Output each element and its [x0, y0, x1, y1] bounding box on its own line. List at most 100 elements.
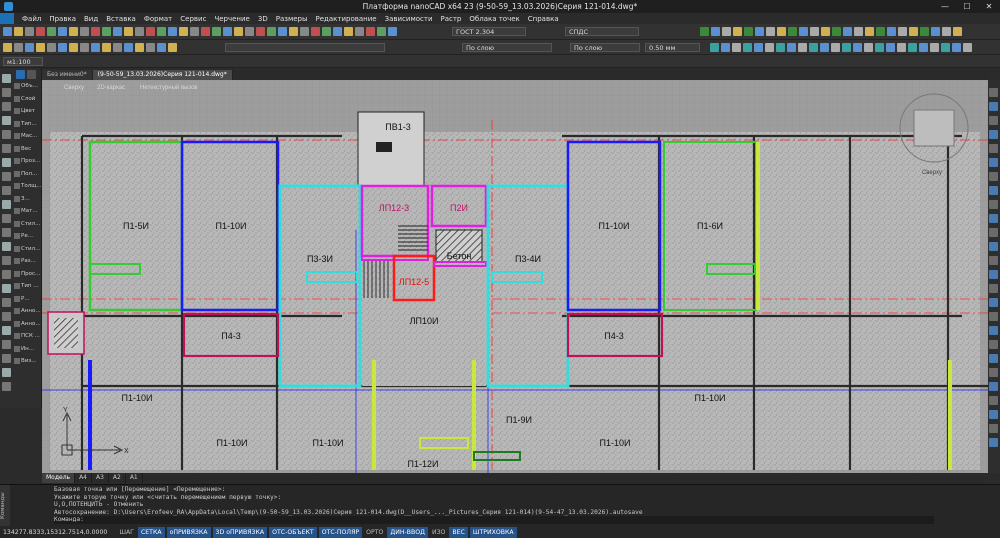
property-row[interactable]: Тип... — [14, 118, 41, 131]
redo-icon[interactable] — [91, 27, 100, 36]
cut-icon[interactable] — [377, 27, 386, 36]
circle-icon[interactable] — [2, 102, 11, 111]
undo-icon[interactable] — [80, 27, 89, 36]
property-row[interactable]: Ин... — [14, 343, 41, 356]
property-row[interactable]: ПСК ... — [14, 330, 41, 343]
save-icon[interactable] — [25, 27, 34, 36]
aligned-dim-icon[interactable] — [952, 43, 961, 52]
orbit-icon[interactable] — [989, 116, 998, 125]
filter-icon[interactable] — [27, 70, 36, 79]
status-dynamic-input[interactable]: ДИН-ВВОД — [387, 526, 428, 538]
cut-icon[interactable] — [267, 27, 276, 36]
viewport-view-control[interactable]: Сверху — [64, 85, 84, 91]
scale-icon[interactable] — [2, 242, 11, 251]
property-row[interactable]: Цвет — [14, 105, 41, 118]
text-icon[interactable] — [2, 186, 11, 195]
layers-icon[interactable] — [989, 144, 998, 153]
dimension-icon[interactable] — [744, 27, 753, 36]
property-row[interactable]: Вес — [14, 143, 41, 156]
menu-service[interactable]: Сервис — [176, 15, 210, 23]
leader-icon[interactable] — [711, 27, 720, 36]
menu-format[interactable]: Формат — [140, 15, 176, 23]
table-icon[interactable] — [821, 27, 830, 36]
save-icon[interactable] — [355, 27, 364, 36]
move-icon[interactable] — [2, 200, 11, 209]
layer-state-icon[interactable] — [47, 43, 56, 52]
layer-freeze-icon[interactable] — [91, 43, 100, 52]
radius-dim-icon[interactable] — [831, 43, 840, 52]
layer-freeze-icon[interactable] — [58, 43, 67, 52]
properties-icon[interactable] — [989, 270, 998, 279]
aligned-dim-icon[interactable] — [853, 43, 862, 52]
leader-icon[interactable] — [887, 27, 896, 36]
property-row[interactable]: Ре... — [14, 230, 41, 243]
dimension-icon[interactable] — [700, 27, 709, 36]
pan-icon[interactable] — [989, 88, 998, 97]
properties-icon[interactable] — [989, 410, 998, 419]
property-row[interactable]: Пол... — [14, 168, 41, 181]
command-input[interactable]: Команда: — [54, 516, 934, 524]
tool-palette-icon[interactable] — [989, 172, 998, 181]
status-polar-track[interactable]: ОТС-ПОЛЯР — [318, 526, 363, 538]
leader-icon[interactable] — [931, 27, 940, 36]
text-icon[interactable] — [722, 27, 731, 36]
property-row[interactable]: Стил... — [14, 218, 41, 231]
app-menu-icon[interactable] — [0, 13, 14, 24]
table-icon[interactable] — [777, 27, 786, 36]
aligned-dim-icon[interactable] — [919, 43, 928, 52]
text-icon[interactable] — [854, 27, 863, 36]
extend-icon[interactable] — [2, 284, 11, 293]
property-row[interactable]: Слой — [14, 93, 41, 106]
print-icon[interactable] — [36, 27, 45, 36]
design-center-icon[interactable] — [989, 326, 998, 335]
pan-icon[interactable] — [989, 368, 998, 377]
menu-constraints[interactable]: Зависимости — [381, 15, 437, 23]
menu-insert[interactable]: Вставка — [102, 15, 140, 23]
cut-icon[interactable] — [157, 27, 166, 36]
property-row[interactable]: Объ... — [14, 80, 41, 93]
linear-dim-icon[interactable] — [842, 43, 851, 52]
tab-active-drawing[interactable]: (9-50-59_13.03.2026)Серия 121-014.dwg* — [92, 70, 233, 80]
lineweight-select[interactable]: 0.50 мм — [645, 43, 700, 52]
viewcube-label[interactable]: Сверху — [922, 170, 942, 176]
line-icon[interactable] — [2, 74, 11, 83]
layer-state-icon[interactable] — [80, 43, 89, 52]
aligned-dim-icon[interactable] — [886, 43, 895, 52]
status-ortho[interactable]: ОРТО — [363, 527, 386, 538]
new-file-icon[interactable] — [223, 27, 232, 36]
aligned-dim-icon[interactable] — [754, 43, 763, 52]
status-hatch[interactable]: ШТРИХОВКА — [469, 526, 517, 538]
polyline-icon[interactable] — [2, 88, 11, 97]
table-icon[interactable] — [733, 27, 742, 36]
status-snap[interactable]: ШАГ — [116, 527, 137, 538]
minimize-button[interactable]: — — [934, 0, 956, 13]
layers-icon[interactable] — [989, 424, 998, 433]
aligned-dim-icon[interactable] — [787, 43, 796, 52]
tool-palette-icon[interactable] — [989, 312, 998, 321]
trim-icon[interactable] — [2, 270, 11, 279]
status-iso[interactable]: ИЗО — [429, 527, 448, 538]
zoom-icon[interactable] — [102, 27, 111, 36]
property-row[interactable]: З... — [14, 193, 41, 206]
linear-dim-icon[interactable] — [908, 43, 917, 52]
drawing-canvas[interactable]: Сверху 2D-каркас Нетекстурный вызов ПВ1-… — [42, 80, 990, 473]
linear-dim-icon[interactable] — [743, 43, 752, 52]
paste-icon[interactable] — [179, 27, 188, 36]
viewport-visual-style[interactable]: 2D-каркас — [97, 85, 125, 91]
layer-icon[interactable] — [102, 43, 111, 52]
status-grid[interactable]: СЕТКА — [137, 526, 165, 538]
erase-icon[interactable] — [2, 368, 11, 377]
blocks-icon[interactable] — [989, 158, 998, 167]
zoom-icon[interactable] — [989, 242, 998, 251]
tab-a2[interactable]: A2 — [109, 473, 126, 483]
menu-raster[interactable]: Растр — [437, 15, 466, 23]
chamfer-icon[interactable] — [2, 340, 11, 349]
blocks-icon[interactable] — [989, 438, 998, 447]
menu-point-clouds[interactable]: Облака точек — [465, 15, 523, 23]
radius-dim-icon[interactable] — [930, 43, 939, 52]
polygon-icon[interactable] — [2, 144, 11, 153]
redo-icon[interactable] — [311, 27, 320, 36]
zoom-icon[interactable] — [212, 27, 221, 36]
property-row[interactable]: Р... — [14, 293, 41, 306]
properties-icon[interactable] — [989, 130, 998, 139]
